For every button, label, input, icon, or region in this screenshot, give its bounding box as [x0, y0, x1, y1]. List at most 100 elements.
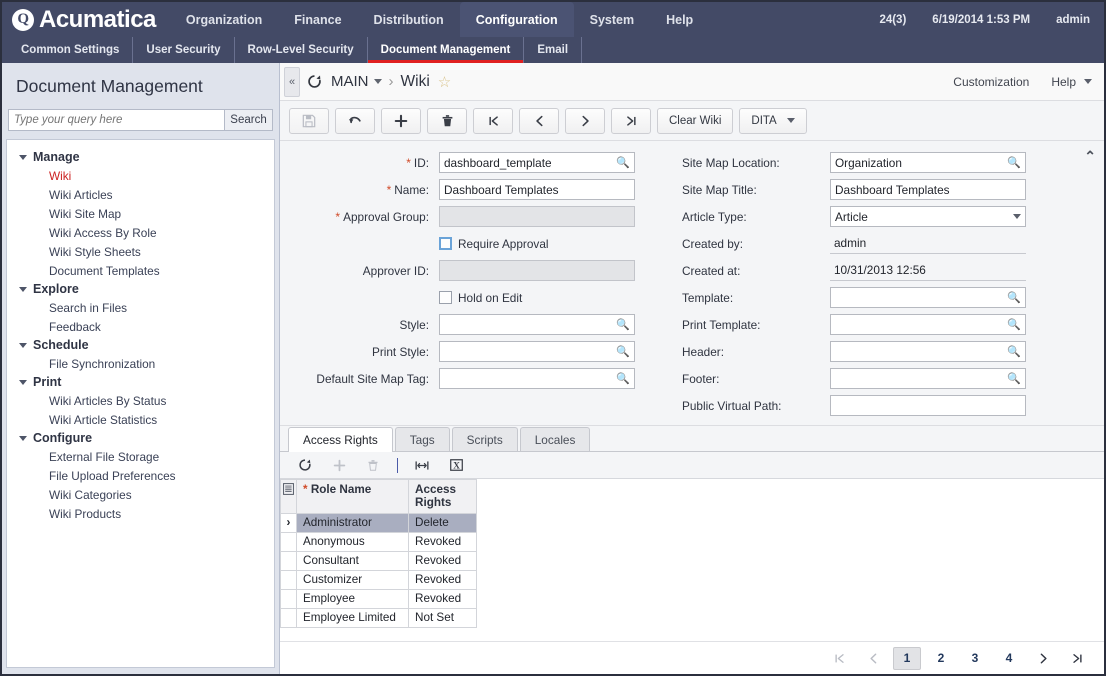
sidebar-group-manage[interactable]: Manage	[7, 148, 274, 166]
cell-access-rights[interactable]: Revoked	[408, 550, 477, 571]
breadcrumb[interactable]: MAIN	[331, 73, 382, 90]
chevron-down-icon[interactable]	[1084, 79, 1092, 84]
sidebar-item-wiki[interactable]: Wiki	[7, 166, 274, 185]
tab-tags[interactable]: Tags	[394, 427, 450, 451]
subnav-email[interactable]: Email	[524, 37, 583, 63]
sidebar-item-file-upload-preferences[interactable]: File Upload Preferences	[7, 466, 274, 485]
sidebar-item-wiki-style-sheets[interactable]: Wiki Style Sheets	[7, 242, 274, 261]
subnav-user-security[interactable]: User Security	[133, 37, 235, 63]
grid-export-excel-button[interactable]: X	[439, 453, 473, 477]
table-row[interactable]: Employee Revoked	[280, 588, 477, 609]
cell-role-name[interactable]: Anonymous	[296, 531, 409, 552]
subnav-document-management[interactable]: Document Management	[367, 37, 525, 63]
sidebar-item-wiki-products[interactable]: Wiki Products	[7, 504, 274, 523]
pager-prev-button[interactable]	[859, 647, 887, 670]
approval-group-input[interactable]	[439, 206, 635, 227]
sidebar-item-external-file-storage[interactable]: External File Storage	[7, 447, 274, 466]
sidebar-item-wiki-article-statistics[interactable]: Wiki Article Statistics	[7, 410, 274, 429]
cell-role-name[interactable]: Administrator	[296, 512, 409, 533]
nav-tab-organization[interactable]: Organization	[170, 2, 278, 37]
public-virtual-path-input[interactable]	[830, 395, 1026, 416]
nav-tab-distribution[interactable]: Distribution	[358, 2, 460, 37]
notification-counter[interactable]: 24(3)	[879, 14, 906, 26]
sidebar-item-feedback[interactable]: Feedback	[7, 317, 274, 336]
grid-refresh-button[interactable]	[288, 453, 322, 477]
collapse-sidebar-button[interactable]: «	[284, 66, 300, 97]
search-lookup-icon[interactable]: 🔍	[1007, 345, 1021, 358]
table-row[interactable]: Anonymous Revoked	[280, 531, 477, 552]
sidebar-item-wiki-site-map[interactable]: Wiki Site Map	[7, 204, 274, 223]
sidebar-item-file-synchronization[interactable]: File Synchronization	[7, 354, 274, 373]
article-type-select[interactable]: Article	[830, 206, 1026, 227]
sidebar-item-wiki-articles-by-status[interactable]: Wiki Articles By Status	[7, 391, 274, 410]
hold-on-edit-checkbox[interactable]	[439, 291, 452, 304]
name-input[interactable]: Dashboard Templates	[439, 179, 635, 200]
search-lookup-icon[interactable]: 🔍	[616, 345, 630, 358]
pager-page-4[interactable]: 4	[995, 647, 1023, 670]
subnav-common-settings[interactable]: Common Settings	[8, 37, 134, 63]
site-map-location-input[interactable]: Organization 🔍	[830, 152, 1026, 173]
sidebar-item-document-templates[interactable]: Document Templates	[7, 261, 274, 280]
header-input[interactable]: 🔍	[830, 341, 1026, 362]
collapse-form-icon[interactable]: ⌃	[1084, 148, 1096, 165]
save-button[interactable]	[289, 107, 329, 134]
pager-page-3[interactable]: 3	[961, 647, 989, 670]
nav-tab-configuration[interactable]: Configuration	[459, 2, 574, 37]
grid-column-access-rights[interactable]: Access Rights	[408, 479, 477, 514]
cell-access-rights[interactable]: Not Set	[408, 607, 477, 628]
pager-page-1[interactable]: 1	[893, 646, 921, 670]
id-input[interactable]: dashboard_template 🔍	[439, 152, 635, 173]
approver-id-input[interactable]	[439, 260, 635, 281]
print-template-input[interactable]: 🔍	[830, 314, 1026, 335]
search-lookup-icon[interactable]: 🔍	[616, 318, 630, 331]
next-record-button[interactable]	[565, 107, 605, 134]
search-lookup-icon[interactable]: 🔍	[616, 156, 630, 169]
cell-access-rights[interactable]: Revoked	[408, 531, 477, 552]
sidebar-group-print[interactable]: Print	[7, 373, 274, 391]
nav-tab-system[interactable]: System	[574, 2, 650, 37]
pager-next-button[interactable]	[1029, 647, 1057, 670]
clear-wiki-button[interactable]: Clear Wiki	[657, 107, 734, 134]
nav-tab-finance[interactable]: Finance	[278, 2, 357, 37]
sidebar-item-wiki-categories[interactable]: Wiki Categories	[7, 485, 274, 504]
cell-access-rights[interactable]: Revoked	[408, 569, 477, 590]
tab-locales[interactable]: Locales	[519, 427, 591, 451]
subnav-row-level-security[interactable]: Row-Level Security	[235, 37, 368, 63]
table-row[interactable]: Consultant Revoked	[280, 550, 477, 571]
grid-column-selector-icon[interactable]	[280, 479, 297, 514]
sidebar-group-configure[interactable]: Configure	[7, 429, 274, 447]
require-approval-checkbox[interactable]	[439, 237, 452, 250]
pager-first-button[interactable]	[825, 647, 853, 670]
favorite-star-icon[interactable]: ☆	[438, 73, 451, 91]
delete-button[interactable]	[427, 107, 467, 134]
table-row[interactable]: Employee Limited Not Set	[280, 607, 477, 628]
cell-role-name[interactable]: Employee	[296, 588, 409, 609]
first-record-button[interactable]	[473, 107, 513, 134]
brand-logo[interactable]: Q Acumatica	[2, 2, 170, 37]
footer-input[interactable]: 🔍	[830, 368, 1026, 389]
pager-page-2[interactable]: 2	[927, 647, 955, 670]
grid-column-role-name[interactable]: * Role Name	[296, 479, 409, 514]
sidebar-item-search-in-files[interactable]: Search in Files	[7, 298, 274, 317]
cell-role-name[interactable]: Consultant	[296, 550, 409, 571]
cell-access-rights[interactable]: Revoked	[408, 588, 477, 609]
sidebar-group-schedule[interactable]: Schedule	[7, 336, 274, 354]
cell-access-rights[interactable]: Delete	[408, 512, 477, 533]
current-user[interactable]: admin	[1056, 14, 1090, 26]
last-record-button[interactable]	[611, 107, 651, 134]
sidebar-group-explore[interactable]: Explore	[7, 280, 274, 298]
search-input[interactable]	[8, 109, 225, 131]
template-input[interactable]: 🔍	[830, 287, 1026, 308]
pager-last-button[interactable]	[1063, 647, 1091, 670]
tab-access-rights[interactable]: Access Rights	[288, 427, 393, 452]
site-map-title-input[interactable]: Dashboard Templates	[830, 179, 1026, 200]
nav-tab-help[interactable]: Help	[650, 2, 709, 37]
default-site-map-tag-input[interactable]: 🔍	[439, 368, 635, 389]
search-lookup-icon[interactable]: 🔍	[1007, 318, 1021, 331]
grid-add-row-button[interactable]	[322, 453, 356, 477]
table-row[interactable]: › Administrator Delete	[280, 512, 477, 533]
search-lookup-icon[interactable]: 🔍	[616, 372, 630, 385]
search-lookup-icon[interactable]: 🔍	[1007, 156, 1021, 169]
tab-scripts[interactable]: Scripts	[451, 427, 518, 451]
search-lookup-icon[interactable]: 🔍	[1007, 291, 1021, 304]
